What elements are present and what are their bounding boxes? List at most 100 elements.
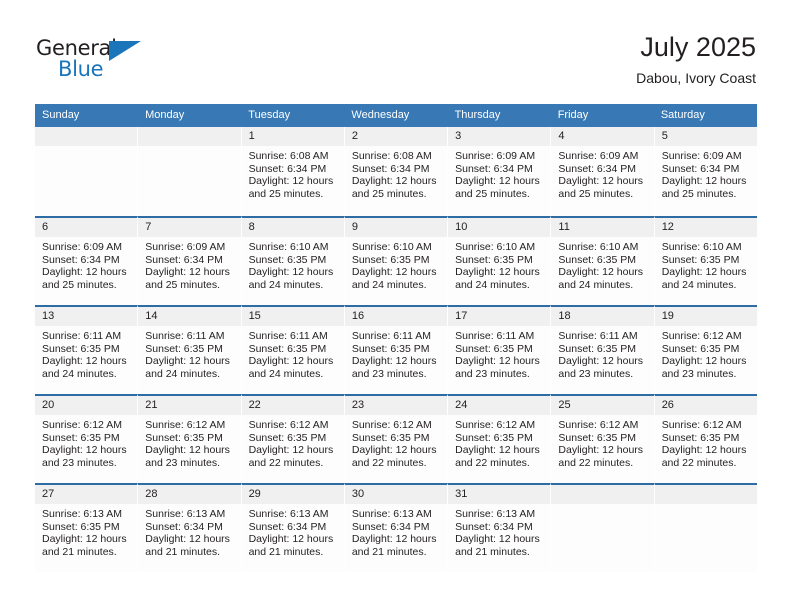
calendar-cell-day-12[interactable]: 12 Sunrise: 6:10 AM Sunset: 6:35 PM Dayligh… — [654, 216, 757, 305]
day-details: Sunrise: 6:13 AM Sunset: 6:35 PM Daylight:… — [35, 504, 137, 558]
calendar-cell-day-28[interactable]: 28 Sunrise: 6:13 AM Sunset: 6:34 PM Dayligh… — [138, 483, 242, 572]
daylight-text: Daylight: 12 hours and 25 minutes. — [558, 175, 644, 200]
daylight-text: Daylight: 12 hours and 25 minutes. — [248, 175, 334, 200]
calendar-cell-day-6[interactable]: 6 Sunrise: 6:09 AM Sunset: 6:34 PM Daylight… — [35, 216, 139, 305]
calendar-cell-day-23[interactable]: 23 Sunrise: 6:12 AM Sunset: 6:35 PM Dayligh… — [344, 394, 449, 483]
day-number — [654, 485, 757, 504]
day-number — [551, 485, 654, 504]
sunset-text: Sunset: 6:34 PM — [558, 162, 637, 175]
sunrise-text: Sunrise: 6:13 AM — [455, 508, 536, 520]
calendar-cell-day-20[interactable]: 20 Sunrise: 6:12 AM Sunset: 6:35 PM Dayligh… — [35, 394, 139, 483]
daylight-text: Daylight: 12 hours and 23 minutes. — [145, 444, 230, 469]
sunrise-text: Sunrise: 6:13 AM — [351, 508, 432, 520]
calendar-cell-day-21[interactable]: 21 Sunrise: 6:12 AM Sunset: 6:35 PM Dayligh… — [138, 394, 242, 483]
daylight-text: Daylight: 12 hours and 22 minutes. — [455, 444, 540, 469]
calendar-cell-day-8[interactable]: 8 Sunrise: 6:10 AM Sunset: 6:35 PM Daylight… — [241, 216, 345, 305]
calendar-cell-day-29[interactable]: 29 Sunrise: 6:13 AM Sunset: 6:34 PM Dayligh… — [241, 483, 345, 572]
daylight-text: Daylight: 12 hours and 21 minutes. — [455, 533, 540, 558]
brand-logo[interactable]: General Blue — [36, 36, 156, 86]
calendar-cell-day-17[interactable]: 17 Sunrise: 6:11 AM Sunset: 6:35 PM Dayligh… — [448, 305, 552, 394]
calendar-cell-day-31[interactable]: 31 Sunrise: 6:13 AM Sunset: 6:34 PM Dayligh… — [448, 483, 552, 572]
sunset-text: Sunset: 6:34 PM — [455, 520, 533, 533]
weekday-header-thursday: Thursday — [454, 109, 501, 121]
day-number: 8 — [241, 218, 344, 237]
calendar-cell-day-5[interactable]: 5 Sunrise: 6:09 AM Sunset: 6:34 PM Daylight… — [654, 127, 757, 216]
calendar-cell-day-9[interactable]: 9 Sunrise: 6:10 AM Sunset: 6:35 PM Daylight… — [344, 216, 449, 305]
calendar-week-row: 6 Sunrise: 6:09 AM Sunset: 6:34 PM Daylight… — [35, 216, 757, 305]
daylight-text: Daylight: 12 hours and 23 minutes. — [558, 355, 644, 380]
weekday-header-saturday: Saturday — [660, 109, 705, 121]
sunrise-text: Sunrise: 6:11 AM — [351, 330, 432, 342]
day-details: Sunrise: 6:10 AM Sunset: 6:35 PM Daylight:… — [655, 237, 757, 291]
weekday-header-wednesday: Wednesday — [351, 109, 410, 121]
daylight-text: Daylight: 12 hours and 25 minutes. — [455, 175, 540, 200]
calendar-cell-day-24[interactable]: 24 Sunrise: 6:12 AM Sunset: 6:35 PM Dayligh… — [448, 394, 552, 483]
day-number: 17 — [448, 307, 551, 326]
calendar-cell-day-30[interactable]: 30 Sunrise: 6:13 AM Sunset: 6:34 PM Dayligh… — [344, 483, 449, 572]
sunrise-text: Sunrise: 6:11 AM — [42, 330, 122, 342]
sunrise-text: Sunrise: 6:12 AM — [145, 419, 226, 431]
sunrise-text: Sunrise: 6:12 AM — [661, 330, 742, 342]
day-number: 26 — [654, 396, 757, 415]
day-details: Sunrise: 6:10 AM Sunset: 6:35 PM Daylight:… — [448, 237, 550, 291]
day-number: 20 — [35, 396, 138, 415]
calendar-cell-day-16[interactable]: 16 Sunrise: 6:11 AM Sunset: 6:35 PM Dayligh… — [344, 305, 449, 394]
daylight-text: Daylight: 12 hours and 24 minutes. — [351, 266, 437, 291]
sunset-text: Sunset: 6:35 PM — [145, 431, 223, 444]
calendar-cell-day-10[interactable]: 10 Sunrise: 6:10 AM Sunset: 6:35 PM Dayligh… — [448, 216, 552, 305]
sunset-text: Sunset: 6:34 PM — [351, 162, 430, 175]
sunset-text: Sunset: 6:35 PM — [558, 342, 637, 355]
calendar-cell-day-18[interactable]: 18 Sunrise: 6:11 AM Sunset: 6:35 PM Dayligh… — [551, 305, 655, 394]
calendar-cell-day-22[interactable]: 22 Sunrise: 6:12 AM Sunset: 6:35 PM Dayligh… — [241, 394, 345, 483]
calendar-cell-day-11[interactable]: 11 Sunrise: 6:10 AM Sunset: 6:35 PM Dayligh… — [551, 216, 655, 305]
day-details: Sunrise: 6:13 AM Sunset: 6:34 PM Daylight:… — [345, 504, 447, 558]
sunrise-text: Sunrise: 6:11 AM — [455, 330, 535, 342]
calendar-cell-day-7[interactable]: 7 Sunrise: 6:09 AM Sunset: 6:34 PM Daylight… — [138, 216, 242, 305]
calendar-cell-day-19[interactable]: 19 Sunrise: 6:12 AM Sunset: 6:35 PM Dayligh… — [654, 305, 757, 394]
day-number: 22 — [241, 396, 344, 415]
day-number: 24 — [448, 396, 551, 415]
daylight-text: Daylight: 12 hours and 22 minutes. — [661, 444, 747, 469]
sunrise-text: Sunrise: 6:09 AM — [558, 150, 639, 162]
day-number: 19 — [654, 307, 757, 326]
calendar-cell-day-2[interactable]: 2 Sunrise: 6:08 AM Sunset: 6:34 PM Daylight… — [344, 127, 449, 216]
day-number — [35, 127, 138, 146]
calendar-cell-empty — [35, 127, 139, 216]
sunset-text: Sunset: 6:34 PM — [455, 162, 533, 175]
sunset-text: Sunset: 6:35 PM — [42, 431, 120, 444]
day-number: 25 — [551, 396, 654, 415]
day-number: 6 — [35, 218, 138, 237]
page-subtitle: Dabou, Ivory Coast — [636, 70, 756, 86]
sunrise-text: Sunrise: 6:09 AM — [145, 241, 226, 253]
daylight-text: Daylight: 12 hours and 24 minutes. — [248, 266, 334, 291]
calendar-grid: Sunday Monday Tuesday Wednesday Thursday Frid… — [35, 104, 757, 572]
day-details: Sunrise: 6:09 AM Sunset: 6:34 PM Daylight:… — [551, 146, 653, 200]
sunset-text: Sunset: 6:35 PM — [351, 253, 430, 266]
calendar-cell-day-26[interactable]: 26 Sunrise: 6:12 AM Sunset: 6:35 PM Dayligh… — [654, 394, 757, 483]
daylight-text: Daylight: 12 hours and 23 minutes. — [351, 355, 437, 380]
daylight-text: Daylight: 12 hours and 21 minutes. — [248, 533, 334, 558]
sunset-text: Sunset: 6:35 PM — [455, 431, 533, 444]
daylight-text: Daylight: 12 hours and 22 minutes. — [558, 444, 644, 469]
calendar-cell-day-13[interactable]: 13 Sunrise: 6:11 AM Sunset: 6:35 PM Dayligh… — [35, 305, 139, 394]
day-details: Sunrise: 6:11 AM Sunset: 6:35 PM Daylight:… — [138, 326, 240, 380]
calendar-cell-day-15[interactable]: 15 Sunrise: 6:11 AM Sunset: 6:35 PM Dayligh… — [241, 305, 345, 394]
calendar-cell-day-25[interactable]: 25 Sunrise: 6:12 AM Sunset: 6:35 PM Dayligh… — [551, 394, 655, 483]
day-number: 13 — [35, 307, 138, 326]
day-number: 12 — [654, 218, 757, 237]
sunrise-text: Sunrise: 6:08 AM — [248, 150, 329, 162]
day-details: Sunrise: 6:11 AM Sunset: 6:35 PM Daylight:… — [551, 326, 653, 380]
calendar-cell-day-1[interactable]: 1 Sunrise: 6:08 AM Sunset: 6:34 PM Daylight… — [241, 127, 345, 216]
daylight-text: Daylight: 12 hours and 23 minutes. — [661, 355, 747, 380]
calendar-cell-day-3[interactable]: 3 Sunrise: 6:09 AM Sunset: 6:34 PM Daylight… — [448, 127, 552, 216]
calendar-cell-empty — [654, 483, 757, 572]
day-details: Sunrise: 6:10 AM Sunset: 6:35 PM Daylight:… — [551, 237, 653, 291]
day-number: 31 — [448, 485, 551, 504]
day-number: 23 — [344, 396, 448, 415]
sunset-text: Sunset: 6:35 PM — [42, 342, 120, 355]
daylight-text: Daylight: 12 hours and 21 minutes. — [145, 533, 230, 558]
brand-name-blue: Blue — [58, 57, 104, 81]
calendar-cell-day-27[interactable]: 27 Sunrise: 6:13 AM Sunset: 6:35 PM Dayligh… — [35, 483, 139, 572]
calendar-cell-day-4[interactable]: 4 Sunrise: 6:09 AM Sunset: 6:34 PM Daylight… — [551, 127, 655, 216]
calendar-cell-day-14[interactable]: 14 Sunrise: 6:11 AM Sunset: 6:35 PM Dayligh… — [138, 305, 242, 394]
